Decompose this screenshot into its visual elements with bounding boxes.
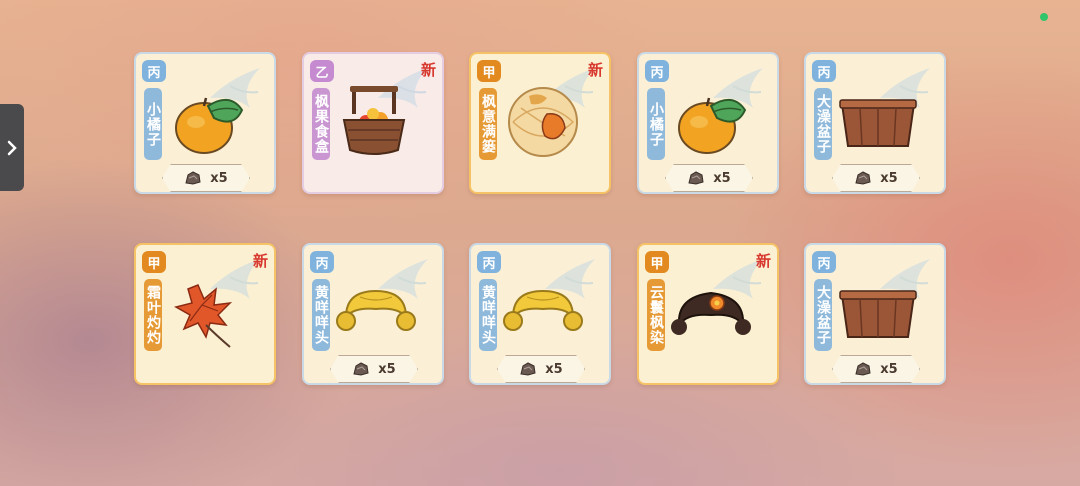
new-badge: 新 bbox=[755, 252, 771, 270]
quantity-tag: x5 bbox=[832, 164, 920, 192]
reward-card[interactable]: 乙枫果食盒 新 bbox=[302, 52, 444, 194]
status-dot bbox=[1040, 13, 1048, 21]
reward-card[interactable]: 甲霜叶灼灼 新 bbox=[134, 243, 276, 385]
reward-card[interactable]: 丙大澡盆子 x5 bbox=[804, 52, 946, 194]
fruit-basket-icon bbox=[342, 86, 406, 155]
item-name: 枫果食盒 bbox=[312, 88, 330, 160]
grade-badge: 丙 bbox=[310, 251, 334, 273]
grade-badge: 丙 bbox=[142, 60, 166, 82]
item-name: 大澡盆子 bbox=[814, 279, 832, 351]
reward-card[interactable]: 丙小橘子 x5 bbox=[134, 52, 276, 194]
ore-icon bbox=[520, 362, 536, 376]
item-name: 黄咩咩头 bbox=[312, 279, 330, 351]
item-name: 小橘子 bbox=[647, 88, 665, 160]
ore-icon bbox=[688, 171, 704, 185]
item-name: 霜叶灼灼 bbox=[144, 279, 162, 351]
grade-badge: 丙 bbox=[477, 251, 501, 273]
item-name: 枫意满篓 bbox=[479, 88, 497, 160]
tangerine-icon bbox=[678, 97, 747, 154]
quantity-text: x5 bbox=[880, 361, 898, 377]
grade-badge: 甲 bbox=[477, 60, 501, 82]
reward-card[interactable]: 丙小橘子 x5 bbox=[637, 52, 779, 194]
quantity-tag: x5 bbox=[162, 164, 250, 192]
item-name: 小橘子 bbox=[144, 88, 162, 160]
yellow-hair-icon bbox=[336, 289, 416, 331]
new-badge: 新 bbox=[252, 252, 268, 270]
ore-icon bbox=[353, 362, 369, 376]
side-panel-toggle[interactable] bbox=[0, 104, 24, 191]
grade-badge: 甲 bbox=[645, 251, 669, 273]
maple-leaf-icon bbox=[174, 284, 233, 348]
wooden-tub-icon bbox=[839, 99, 917, 147]
quantity-text: x5 bbox=[210, 170, 228, 186]
grade-badge: 丙 bbox=[645, 60, 669, 82]
ore-icon bbox=[185, 171, 201, 185]
quantity-text: x5 bbox=[880, 170, 898, 186]
item-name: 黄咩咩头 bbox=[479, 279, 497, 351]
quantity-tag: x5 bbox=[665, 164, 753, 192]
chevron-right-icon bbox=[7, 140, 17, 155]
grade-badge: 乙 bbox=[310, 60, 334, 82]
quantity-tag: x5 bbox=[330, 355, 418, 383]
new-badge: 新 bbox=[587, 61, 603, 79]
wooden-tub-icon bbox=[839, 290, 917, 338]
yellow-hair-icon bbox=[503, 289, 583, 331]
quantity-text: x5 bbox=[545, 361, 563, 377]
reward-card[interactable]: 丙大澡盆子 x5 bbox=[804, 243, 946, 385]
new-badge: 新 bbox=[420, 61, 436, 79]
item-name: 云鬟枫染 bbox=[647, 279, 665, 351]
dark-hair-icon bbox=[671, 291, 751, 335]
grade-badge: 丙 bbox=[812, 60, 836, 82]
ore-icon bbox=[855, 362, 871, 376]
tangerine-icon bbox=[175, 97, 244, 154]
leaf-basket-icon bbox=[508, 87, 578, 157]
quantity-tag: x5 bbox=[832, 355, 920, 383]
grade-badge: 甲 bbox=[142, 251, 166, 273]
reward-card[interactable]: 丙黄咩咩头 x5 bbox=[469, 243, 611, 385]
item-name: 大澡盆子 bbox=[814, 88, 832, 160]
reward-card[interactable]: 甲枫意满篓 新 bbox=[469, 52, 611, 194]
grade-badge: 丙 bbox=[812, 251, 836, 273]
ore-icon bbox=[855, 171, 871, 185]
quantity-text: x5 bbox=[713, 170, 731, 186]
quantity-text: x5 bbox=[378, 361, 396, 377]
reward-card[interactable]: 甲云鬟枫染 新 bbox=[637, 243, 779, 385]
reward-card[interactable]: 丙黄咩咩头 x5 bbox=[302, 243, 444, 385]
quantity-tag: x5 bbox=[497, 355, 585, 383]
